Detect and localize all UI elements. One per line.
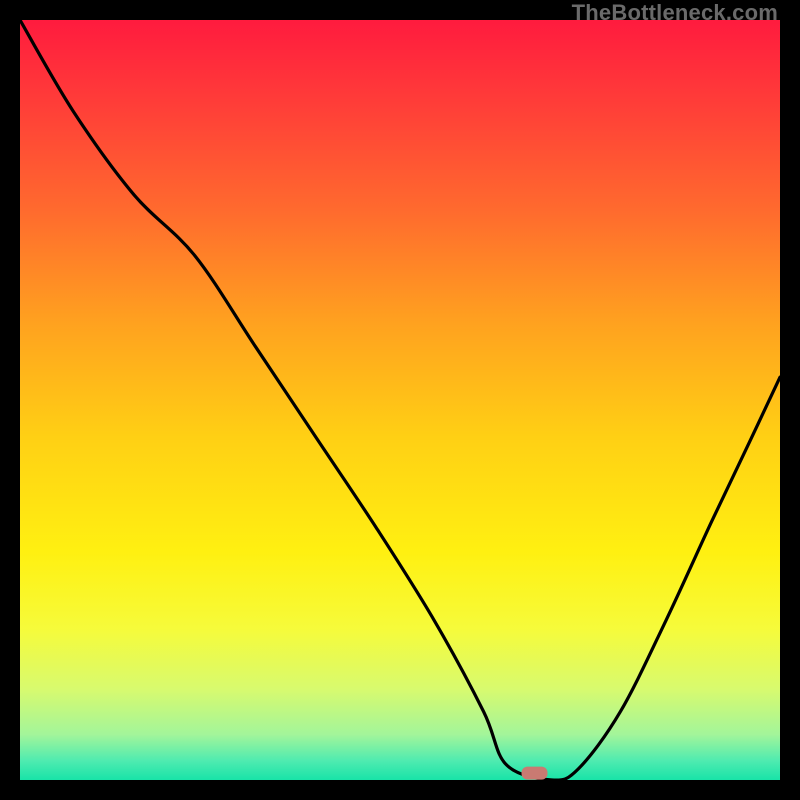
gradient-background (20, 20, 780, 780)
optimal-marker (522, 767, 548, 780)
plot-svg (20, 20, 780, 780)
chart-frame: TheBottleneck.com (0, 0, 800, 800)
plot-area (20, 20, 780, 780)
